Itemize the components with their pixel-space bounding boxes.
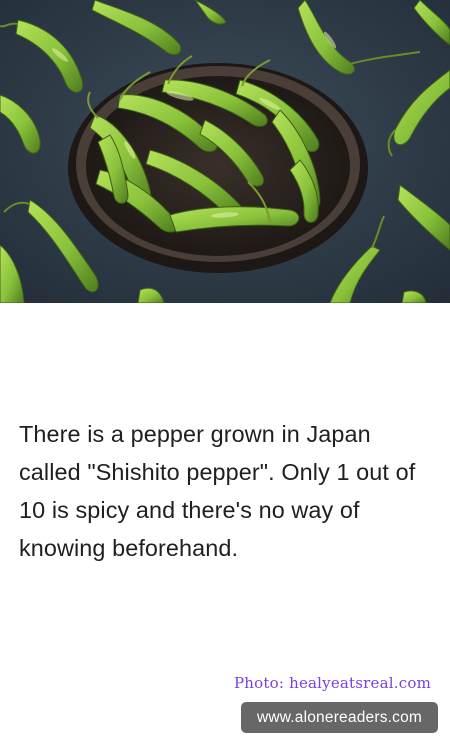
photo-credit: Photo: healyeatsreal.com: [234, 674, 431, 692]
hero-photo: [0, 0, 450, 303]
site-url-badge[interactable]: www.alonereaders.com: [241, 702, 438, 733]
fact-text: There is a pepper grown in Japan called …: [19, 421, 416, 561]
shishito-peppers-photo: [0, 0, 450, 303]
